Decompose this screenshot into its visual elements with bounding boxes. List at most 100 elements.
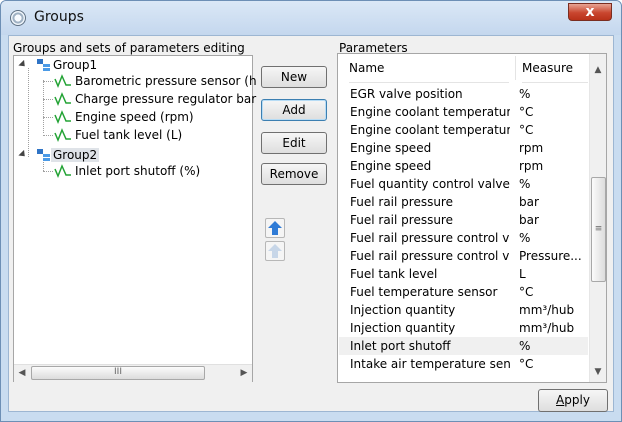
parameter-row[interactable]: Fuel rail pressure bar	[339, 193, 588, 211]
parameter-measure-cell: %	[519, 231, 531, 245]
chevron-down-icon[interactable]	[18, 59, 28, 70]
tree-group-2[interactable]: Group2	[51, 147, 100, 163]
tree-group-1[interactable]: Group1	[53, 57, 97, 73]
parameter-row[interactable]: Intake air temperature sensor °C	[339, 355, 588, 373]
scroll-down-icon[interactable]: ▼	[590, 364, 606, 380]
parameter-name-cell: Injection quantity	[350, 303, 456, 317]
parameter-row[interactable]: Fuel tank level L	[339, 265, 588, 283]
graph-icon	[54, 92, 72, 106]
arrow-down-icon	[268, 244, 282, 258]
parameter-row[interactable]: Fuel quantity control valve%	[339, 175, 588, 193]
tree-param-item[interactable]: Fuel tank level (L)	[75, 127, 182, 143]
parameter-measure-cell: mm³/hub	[519, 321, 575, 335]
column-header-name[interactable]: Name	[349, 54, 509, 83]
tree-line	[43, 171, 53, 172]
parameters-vertical-scrollbar[interactable]: ▲ ≡ ▼	[589, 54, 606, 382]
parameter-measure-cell: %	[519, 177, 531, 191]
parameter-measure-cell: L	[519, 267, 526, 281]
graph-icon	[54, 128, 72, 142]
tree-line	[43, 99, 53, 100]
parameter-row[interactable]: Fuel temperature sensor °C	[339, 283, 588, 301]
parameter-measure-cell: %	[519, 87, 531, 101]
column-divider[interactable]	[515, 56, 516, 80]
parameter-name-cell: Engine coolant temperature ...	[350, 105, 510, 119]
parameter-name-cell: Engine speed	[350, 159, 432, 173]
graph-icon	[54, 164, 72, 178]
move-down-button[interactable]	[265, 241, 285, 261]
move-up-button[interactable]	[265, 218, 285, 238]
parameter-measure-cell: %	[519, 339, 531, 353]
graph-icon	[54, 74, 72, 88]
tree-line	[28, 68, 29, 157]
chevron-down-icon[interactable]	[18, 149, 28, 160]
groups-icon	[10, 10, 26, 26]
arrow-up-icon	[268, 221, 282, 235]
parameter-row[interactable]: Engine coolant temperature ... °C	[339, 121, 588, 139]
tree-param-item[interactable]: Charge pressure regulator bar	[75, 91, 256, 107]
tree-line	[43, 80, 44, 133]
remove-button[interactable]: Remove	[261, 163, 327, 185]
groups-window: Groups x Groups and sets of parameters e…	[0, 0, 622, 422]
parameter-name-cell: Inlet port shutoff	[350, 339, 451, 353]
graph-icon	[54, 110, 72, 124]
vertical-scroll-thumb[interactable]: ≡	[591, 177, 606, 282]
parameter-name-cell: Injection quantity	[350, 321, 456, 335]
parameter-measure-cell: Pressure...	[519, 249, 582, 263]
parameter-row[interactable]: Fuel rail pressure control valve Pressure…	[339, 247, 588, 265]
parameter-row[interactable]: Fuel rail pressure bar	[339, 211, 588, 229]
window-title: Groups	[34, 9, 84, 25]
parameter-measure-cell: bar	[519, 213, 539, 227]
parameter-name-cell: Engine coolant temperature ...	[350, 123, 510, 137]
group-tree-icon	[37, 149, 50, 161]
parameter-name-cell: Intake air temperature sensor	[350, 357, 510, 371]
parameter-name-cell: EGR valve position	[350, 87, 463, 101]
tree-param-item[interactable]: Inlet port shutoff (%)	[75, 163, 200, 179]
parameter-name-cell: Fuel tank level	[350, 267, 438, 281]
horizontal-scroll-thumb[interactable]: III	[31, 366, 205, 380]
scroll-right-icon[interactable]: ▶	[236, 365, 252, 381]
tree-group-2-label: Group2	[51, 148, 100, 162]
parameter-row[interactable]: EGR valve position%	[339, 85, 588, 103]
parameter-measure-cell: °C	[519, 105, 534, 119]
scroll-left-icon[interactable]: ◀	[14, 365, 30, 381]
parameter-row[interactable]: Inlet port shutoff%	[339, 337, 588, 355]
groups-panel-label: Groups and sets of parameters editing	[13, 41, 245, 55]
parameter-measure-cell: rpm	[519, 159, 544, 173]
column-header-measure[interactable]: Measure	[522, 54, 588, 83]
parameters-list: Name Measure EGR valve position% Engine c…	[337, 53, 607, 383]
parameter-row[interactable]: Engine speed rpm	[339, 157, 588, 175]
parameter-row[interactable]: Fuel rail pressure control valve%	[339, 229, 588, 247]
apply-button[interactable]: Apply	[538, 389, 608, 412]
tree-param-item[interactable]: Engine speed (rpm)	[75, 109, 194, 125]
tree-line	[43, 117, 53, 118]
tree-horizontal-scrollbar[interactable]: ◀ III ▶	[14, 364, 252, 382]
parameter-measure-cell: °C	[519, 285, 534, 299]
new-button[interactable]: New	[261, 66, 327, 88]
edit-button[interactable]: Edit	[261, 132, 327, 154]
parameter-row[interactable]: Injection quantity mm³/hub	[339, 319, 588, 337]
scroll-up-icon[interactable]: ▲	[590, 62, 606, 78]
parameter-row[interactable]: Engine speed rpm	[339, 139, 588, 157]
parameter-measure-cell: °C	[519, 123, 534, 137]
parameter-measure-cell: °C	[519, 357, 534, 371]
apply-label-rest: pply	[564, 393, 590, 407]
parameter-measure-cell: rpm	[519, 141, 544, 155]
tree-param-item[interactable]: Barometric pressure sensor (h	[75, 73, 257, 89]
parameter-row[interactable]: Injection quantity mm³/hub	[339, 301, 588, 319]
close-button[interactable]: x	[568, 3, 612, 21]
parameter-name-cell: Fuel quantity control valve	[350, 177, 510, 191]
parameter-name-cell: Fuel rail pressure control valve	[350, 231, 510, 245]
parameter-row[interactable]: Engine coolant temperature ... °C	[339, 103, 588, 121]
parameter-name-cell: Fuel rail pressure	[350, 195, 453, 209]
window-client-area: Groups and sets of parameters editing Gr…	[8, 35, 614, 412]
parameter-measure-cell: mm³/hub	[519, 303, 575, 317]
parameter-name-cell: Engine speed	[350, 141, 432, 155]
tree-line	[43, 135, 53, 136]
parameter-name-cell: Fuel rail pressure control valve	[350, 249, 510, 263]
groups-tree: Group1 Barometric pressure sensor (h Cha…	[13, 55, 257, 382]
group-tree-icon	[37, 59, 50, 71]
parameter-measure-cell: bar	[519, 195, 539, 209]
title-bar[interactable]: Groups x	[1, 1, 621, 35]
parameter-name-cell: Fuel rail pressure	[350, 213, 453, 227]
add-button[interactable]: Add	[261, 99, 327, 121]
